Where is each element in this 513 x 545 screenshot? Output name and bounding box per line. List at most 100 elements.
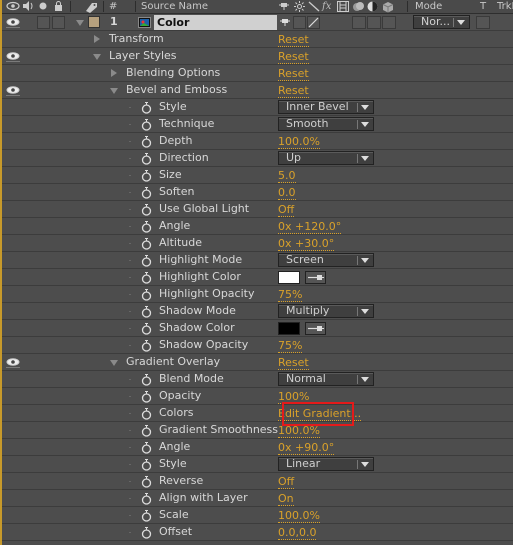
fx-icon[interactable]: fx: [322, 1, 331, 13]
stopwatch-icon[interactable]: [141, 153, 152, 165]
video-eye-icon[interactable]: [6, 1, 20, 13]
property-row-scale[interactable]: Scale 100.0%: [2, 507, 513, 524]
stopwatch-icon[interactable]: [141, 187, 152, 199]
stopwatch-icon[interactable]: [141, 170, 152, 182]
stopwatch-icon[interactable]: [141, 204, 152, 216]
preserve-transparency-toggle[interactable]: [476, 16, 490, 29]
property-row-angle[interactable]: Angle 0x +120.0°: [2, 218, 513, 235]
twirl-down-icon[interactable]: [110, 360, 118, 366]
property-value[interactable]: 75%: [278, 339, 303, 353]
property-value[interactable]: 0x +120.0°: [278, 220, 342, 234]
quality-switch[interactable]: [307, 16, 320, 29]
3d-layer-cube-icon[interactable]: [382, 1, 394, 13]
stopwatch-icon[interactable]: [141, 340, 152, 352]
solo-dot-icon[interactable]: [39, 1, 47, 13]
property-row-shadow-opacity[interactable]: Shadow Opacity 75%: [2, 337, 513, 354]
track-matte-header[interactable]: TrkM: [497, 1, 513, 13]
property-value[interactable]: 0.0: [278, 186, 296, 200]
property-value[interactable]: 0x +30.0°: [278, 237, 335, 251]
property-value[interactable]: 75%: [278, 288, 303, 302]
stopwatch-icon[interactable]: [141, 408, 152, 420]
stopwatch-icon[interactable]: [141, 136, 152, 148]
property-row-angle[interactable]: Angle 0x +90.0°: [2, 439, 513, 456]
eyedropper-icon[interactable]: [305, 322, 326, 335]
collapse-switch[interactable]: [293, 16, 306, 29]
stopwatch-icon[interactable]: [141, 493, 152, 505]
property-row-style[interactable]: Style Linear: [2, 456, 513, 473]
twirl-right-icon[interactable]: [94, 35, 100, 43]
reset-link[interactable]: Reset: [278, 67, 309, 81]
lock-icon[interactable]: [54, 1, 63, 13]
layer-row[interactable]: 1 Color Nor...: [2, 14, 513, 31]
frame-blend-film-icon[interactable]: [337, 1, 349, 13]
property-dropdown[interactable]: Up: [278, 151, 374, 165]
adjustment-layer-icon[interactable]: [367, 1, 378, 13]
reset-link[interactable]: Reset: [278, 84, 309, 98]
property-row-gradient-smoothness[interactable]: Gradient Smoothness 100.0%: [2, 422, 513, 439]
collapse-sun-icon[interactable]: [294, 1, 305, 13]
lock-toggle[interactable]: [52, 16, 65, 29]
property-row-highlight-mode[interactable]: Highlight Mode Screen: [2, 252, 513, 269]
property-row-direction[interactable]: Direction Up: [2, 150, 513, 167]
stopwatch-icon[interactable]: [141, 238, 152, 250]
property-row-size[interactable]: Size 5.0: [2, 167, 513, 184]
eye-icon[interactable]: [6, 51, 20, 62]
property-row-blend-mode[interactable]: Blend Mode Normal: [2, 371, 513, 388]
property-dropdown[interactable]: Normal: [278, 372, 374, 386]
property-group-layer-styles[interactable]: Layer Styles Reset: [2, 48, 513, 65]
property-dropdown[interactable]: Smooth: [278, 117, 374, 131]
source-name-header[interactable]: Source Name: [141, 1, 208, 13]
property-group-transform[interactable]: Transform Reset: [2, 31, 513, 48]
color-swatch[interactable]: [278, 322, 300, 335]
property-dropdown[interactable]: Multiply: [278, 304, 374, 318]
reset-link[interactable]: Reset: [278, 356, 309, 370]
preserve-transparency-header[interactable]: T: [480, 1, 486, 13]
property-group-gradient-overlay[interactable]: Gradient Overlay Reset: [2, 354, 513, 371]
reset-link[interactable]: Reset: [278, 33, 309, 47]
layer-number-header[interactable]: #: [109, 1, 117, 13]
eyedropper-icon[interactable]: [305, 271, 326, 284]
stopwatch-icon[interactable]: [141, 459, 152, 471]
twirl-right-icon[interactable]: [111, 69, 117, 77]
stopwatch-icon[interactable]: [141, 510, 152, 522]
shy-icon[interactable]: [278, 1, 290, 13]
property-row-soften[interactable]: Soften 0.0: [2, 184, 513, 201]
stopwatch-icon[interactable]: [141, 391, 152, 403]
property-value[interactable]: 100.0%: [278, 135, 320, 149]
property-row-highlight-opacity[interactable]: Highlight Opacity 75%: [2, 286, 513, 303]
property-value[interactable]: 0.0,0.0: [278, 526, 317, 540]
label-tag-icon[interactable]: [84, 1, 98, 13]
property-row-colors[interactable]: Colors Edit Gradient...: [2, 405, 513, 422]
stopwatch-icon[interactable]: [141, 527, 152, 539]
twirl-down-icon[interactable]: [110, 88, 118, 94]
property-row-use-global-light[interactable]: Use Global Light Off: [2, 201, 513, 218]
property-value[interactable]: 100.0%: [278, 424, 320, 438]
property-dropdown[interactable]: Inner Bevel: [278, 100, 374, 114]
label-color-swatch[interactable]: [88, 16, 100, 28]
property-row-style[interactable]: Style Inner Bevel: [2, 99, 513, 116]
stopwatch-icon[interactable]: [141, 442, 152, 454]
layer-name-field[interactable]: Color: [154, 15, 277, 30]
audio-speaker-icon[interactable]: [22, 1, 34, 13]
property-row-technique[interactable]: Technique Smooth: [2, 116, 513, 133]
eye-icon[interactable]: [6, 357, 20, 368]
mode-header[interactable]: Mode: [415, 1, 442, 13]
solo-toggle[interactable]: [37, 16, 50, 29]
property-value[interactable]: 100.0%: [278, 509, 320, 523]
layer-twirl-down-icon[interactable]: [76, 20, 84, 26]
motion-blur-switch[interactable]: [352, 16, 366, 29]
3d-switch[interactable]: [382, 16, 396, 29]
property-row-reverse[interactable]: Reverse Off: [2, 473, 513, 490]
property-value[interactable]: Off: [278, 203, 295, 217]
property-group-blending-options[interactable]: Blending Options Reset: [2, 65, 513, 82]
eye-icon[interactable]: [6, 17, 20, 28]
property-value[interactable]: Off: [278, 475, 295, 489]
stopwatch-icon[interactable]: [141, 289, 152, 301]
property-row-align-with-layer[interactable]: Align with Layer On: [2, 490, 513, 507]
stopwatch-icon[interactable]: [141, 323, 152, 335]
stopwatch-icon[interactable]: [141, 119, 152, 131]
property-value[interactable]: On: [278, 492, 294, 506]
stopwatch-icon[interactable]: [141, 476, 152, 488]
property-dropdown[interactable]: Linear: [278, 457, 374, 471]
stopwatch-icon[interactable]: [141, 221, 152, 233]
